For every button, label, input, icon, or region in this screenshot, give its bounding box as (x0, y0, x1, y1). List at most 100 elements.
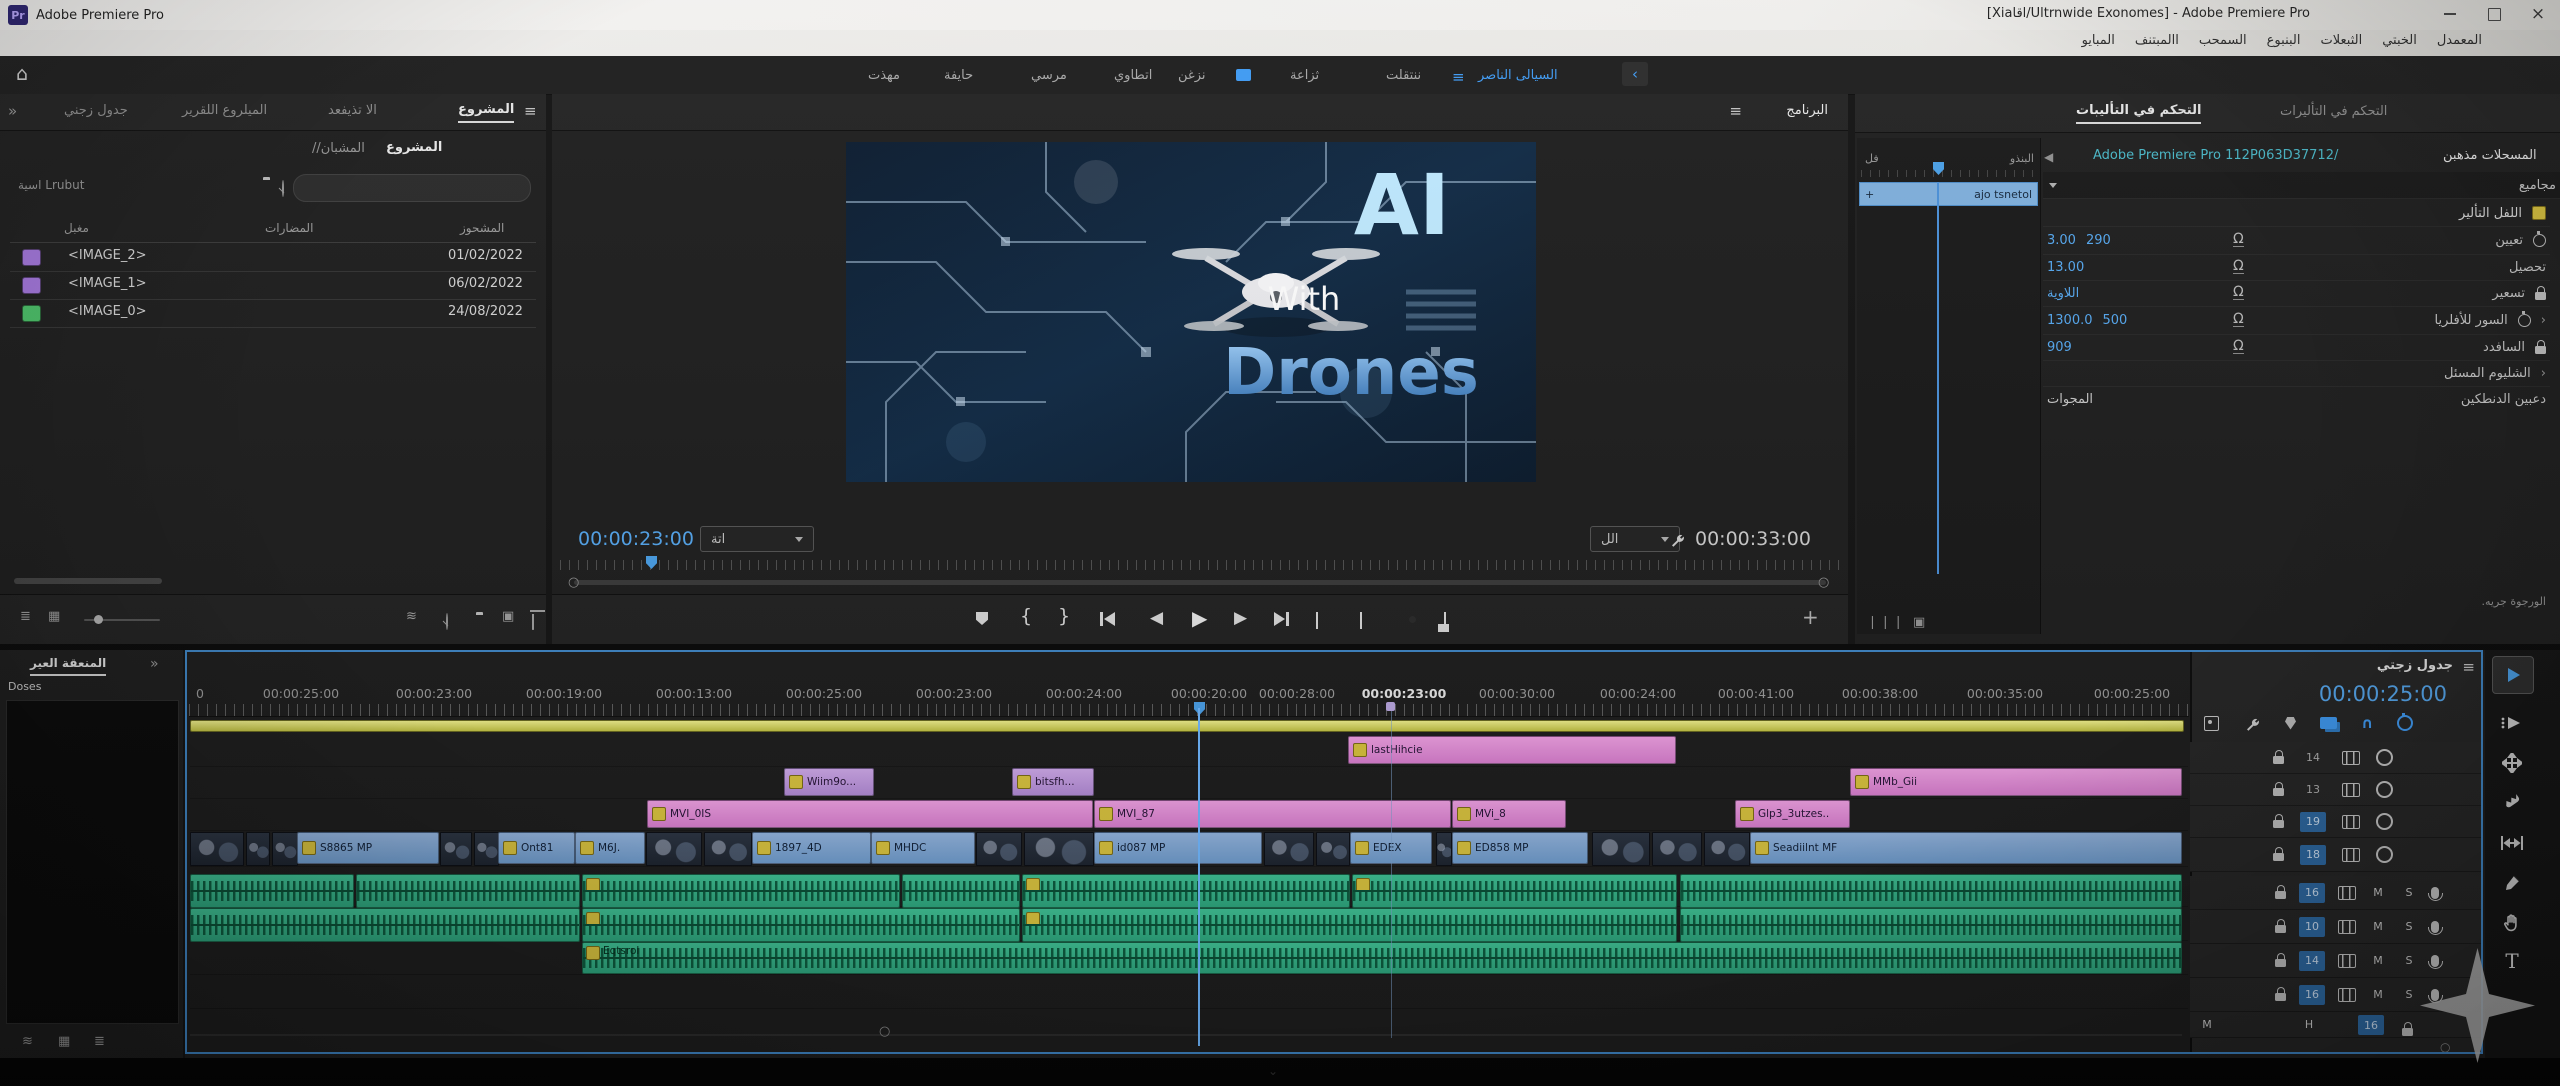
timeline-clip[interactable]: lastHihcie (1348, 736, 1676, 764)
minimize-button[interactable] (2428, 0, 2472, 28)
effect-property-row[interactable]: تسعير اللاوية Ω (2043, 280, 2550, 307)
workspace-tab[interactable]: حايفة (938, 64, 979, 87)
workspace-tab[interactable]: اتطاوي (1108, 64, 1158, 87)
track-lock-icon[interactable] (2402, 1028, 2413, 1036)
audio-clip[interactable]: Eqtsrol (582, 942, 2182, 974)
menu-item[interactable]: المبايو (2082, 33, 2115, 48)
menu-item[interactable]: الخبتي (2382, 33, 2417, 48)
horizontal-scrollbar[interactable] (14, 578, 162, 584)
current-timecode[interactable]: 00:00:23:00 (578, 528, 694, 550)
project-item-row[interactable]: <IMAGE_0> 24/08/2022 (10, 299, 536, 328)
mute-button[interactable]: M (2369, 952, 2387, 970)
tool-hand[interactable] (2492, 908, 2532, 938)
tab-effect-controls[interactable]: التحكم في التأليرات (2280, 104, 2387, 119)
timeline-clip[interactable]: MHDC (871, 832, 975, 864)
zoom-handle-left[interactable]: ○ (568, 575, 579, 590)
column-paths[interactable]: المضارات (265, 221, 313, 235)
audio-clip[interactable] (582, 874, 900, 908)
sync-lock-icon[interactable] (2342, 751, 2360, 765)
fit-dropdown[interactable]: اتة (700, 526, 814, 552)
lock-icon[interactable] (2535, 292, 2546, 300)
zoom-handle-right[interactable]: ○ (1818, 575, 1829, 590)
track-label[interactable]: 14 (2299, 951, 2325, 971)
mic-icon[interactable] (2431, 955, 2439, 967)
go-to-in-button[interactable] (1100, 612, 1115, 626)
project-item-row[interactable]: <IMAGE_2> 01/02/2022 (10, 243, 536, 272)
track-label-targeted[interactable]: 18 (2300, 845, 2326, 865)
playhead-line[interactable] (1198, 708, 1200, 1046)
close-button[interactable]: × (2516, 0, 2560, 28)
step-back-button[interactable]: ◀ (1150, 608, 1163, 628)
workspace-tab[interactable]: ننتقلت (1380, 64, 1427, 87)
tab-edited-project[interactable]: الميلروع اللقرير (182, 103, 267, 118)
browser-settings-icon[interactable]: ≋ (22, 1034, 33, 1049)
browser-grid-icon[interactable]: ▦ (58, 1034, 70, 1049)
track-lock-icon[interactable] (2275, 891, 2286, 899)
property-value[interactable]: 3.00 (2047, 233, 2076, 248)
column-modified[interactable]: المشحوز (460, 221, 504, 235)
stopwatch-icon[interactable] (2533, 234, 2546, 247)
panel-menu-icon[interactable]: ≡ (2462, 658, 2475, 676)
panel-menu-icon[interactable]: ≡ (1729, 102, 1742, 120)
stopwatch-icon[interactable] (2518, 314, 2531, 327)
comparison-view-icon[interactable] (1444, 612, 1446, 629)
adjustment-layer-clip[interactable] (190, 720, 2184, 732)
master-mute-button[interactable]: M (2198, 1016, 2216, 1034)
sync-lock-icon[interactable] (2338, 886, 2356, 900)
chevron-expand-icon[interactable]: › (2541, 366, 2546, 381)
tab-unsaved[interactable]: الا تذيفعد (328, 103, 377, 118)
effect-property-row[interactable]: السافدد 909 Ω (2043, 334, 2550, 361)
audio-clip[interactable] (356, 874, 580, 908)
property-value[interactable]: المجوات (2047, 392, 2093, 407)
track-lock-icon[interactable] (2273, 853, 2284, 861)
sync-lock-icon[interactable] (2342, 848, 2360, 862)
lock-icon[interactable] (2535, 346, 2546, 354)
audio-clip[interactable] (190, 908, 580, 942)
timeline-clip[interactable]: MVi_8 (1452, 800, 1566, 828)
workspace-tab[interactable]: نزغن (1172, 64, 1212, 87)
audio-clip[interactable] (902, 874, 1020, 908)
timeline-clip[interactable]: M6J. (575, 832, 645, 864)
master-label[interactable]: H (2300, 1016, 2318, 1034)
effect-section-row[interactable]: اللفل التألير (2043, 200, 2550, 227)
tool-pen[interactable] (2492, 868, 2532, 898)
reset-icon[interactable]: Ω (2233, 340, 2244, 354)
track-label[interactable]: 14 (2300, 748, 2326, 768)
effect-property-row[interactable]: دعبين الدنطكين المجوات (2043, 386, 2550, 412)
menu-item[interactable]: الثبعلات (2321, 33, 2363, 48)
menu-item[interactable]: البنبوع (2267, 33, 2301, 48)
mark-in-icon[interactable]: { (1020, 605, 1032, 627)
track-output-eye-icon[interactable] (2376, 781, 2393, 798)
track-label[interactable]: 16 (2299, 883, 2325, 903)
track-lock-icon[interactable] (2275, 925, 2286, 933)
timeline-clip[interactable]: 1897_4D (752, 832, 871, 864)
add-marker-icon[interactable] (976, 612, 988, 625)
audio-clip[interactable] (1680, 874, 2182, 908)
timeline-clip[interactable]: Ont81 (498, 832, 575, 864)
delete-icon[interactable] (532, 614, 534, 630)
timeline-clip[interactable]: bitsfh... (1012, 768, 1094, 796)
chevron-expand-icon[interactable]: › (2541, 313, 2546, 328)
track-label[interactable]: 10 (2299, 917, 2325, 937)
maximize-button[interactable] (2472, 0, 2516, 28)
sync-lock-icon[interactable] (2338, 954, 2356, 968)
solo-button[interactable]: S (2400, 884, 2418, 902)
zoom-knob[interactable] (94, 615, 103, 624)
settings-wrench-icon[interactable] (1668, 530, 1686, 548)
timeline-clip[interactable]: Wiim9o... (784, 768, 874, 796)
mute-button[interactable]: M (2369, 986, 2387, 1004)
selected-clip-bar[interactable]: + ajo tsnetol (1859, 182, 2038, 206)
home-icon[interactable]: ⌂ (16, 63, 28, 85)
property-value[interactable]: 290 (2086, 233, 2111, 248)
timeline-clip[interactable]: MVI_87 (1094, 800, 1451, 828)
search-input[interactable] (293, 174, 531, 202)
panel-menu-icon[interactable]: ≡ (524, 102, 537, 120)
sync-lock-icon[interactable] (2342, 815, 2360, 829)
tab-project-active[interactable]: المشروع (458, 102, 514, 123)
linked-selection-icon[interactable] (2320, 717, 2337, 729)
tool-type[interactable]: T (2492, 946, 2532, 976)
marker-chip-icon[interactable] (1386, 702, 1395, 711)
go-to-out-button[interactable] (1274, 612, 1289, 626)
panel-collapse-icon[interactable]: » (150, 656, 159, 672)
track-lock-icon[interactable] (2273, 820, 2284, 828)
